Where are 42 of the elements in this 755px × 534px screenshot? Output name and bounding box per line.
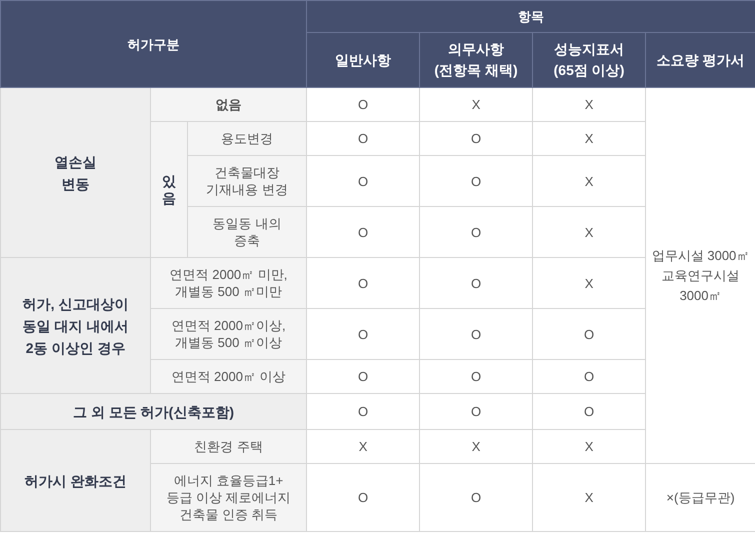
column-header: 의무사항 (전항목 채택) <box>420 32 533 88</box>
table-cell: O <box>420 464 533 532</box>
table-cell: X <box>306 430 420 464</box>
column-header: 일반사항 <box>306 32 420 88</box>
row-group-label: 허가, 신고대상이 동일 대지 내에서 2동 이상인 경우 <box>0 258 150 394</box>
row-label: 동일동 내의 증축 <box>188 206 307 258</box>
table-cell: O <box>420 394 533 430</box>
table-cell: O <box>420 122 533 156</box>
row-group-label: 그 외 모든 허가(신축포함) <box>0 394 307 430</box>
table-cell: O <box>420 360 533 394</box>
header-cell: 허가구분 <box>0 0 307 88</box>
table-cell: X <box>532 88 646 122</box>
table-cell: O <box>306 258 420 308</box>
column-header: 성능지표서 (65점 이상) <box>532 32 646 88</box>
row-label: 친환경 주택 <box>150 430 307 464</box>
table-cell: O <box>306 156 420 206</box>
table-cell: O <box>306 88 420 122</box>
table-cell: O <box>420 156 533 206</box>
table-cell: O <box>306 464 420 532</box>
row-group-label: 허가시 완화조건 <box>0 430 150 532</box>
table-cell: O <box>306 122 420 156</box>
header-cell: 항목 <box>306 0 755 32</box>
table-cell: X <box>420 88 533 122</box>
row-label: 에너지 효율등급1+ 등급 이상 제로에너지 건축물 인증 취득 <box>150 464 307 532</box>
column-header: 소요량 평가서 <box>646 32 755 88</box>
row-subgroup-label: 있 음 <box>150 122 188 258</box>
table-cell: O <box>420 206 533 258</box>
row-label: 건축물대장 기재내용 변경 <box>188 156 307 206</box>
row-label: 없음 <box>150 88 307 122</box>
row-label: 연면적 2000㎡ 이상 <box>150 360 307 394</box>
table-cell: O <box>306 308 420 360</box>
table-cell: O <box>420 258 533 308</box>
table-cell: X <box>532 464 646 532</box>
table-cell: O <box>420 308 533 360</box>
row-label: 연면적 2000㎡ 미만, 개별동 500 ㎡미만 <box>150 258 307 308</box>
row-label: 용도변경 <box>188 122 307 156</box>
table-cell: O <box>306 360 420 394</box>
table-cell: O <box>306 394 420 430</box>
table-cell: O <box>306 206 420 258</box>
row-group-label: 열손실 변동 <box>0 88 150 258</box>
table-cell: X <box>420 430 533 464</box>
row-label: 연면적 2000㎡이상, 개별동 500 ㎡이상 <box>150 308 307 360</box>
